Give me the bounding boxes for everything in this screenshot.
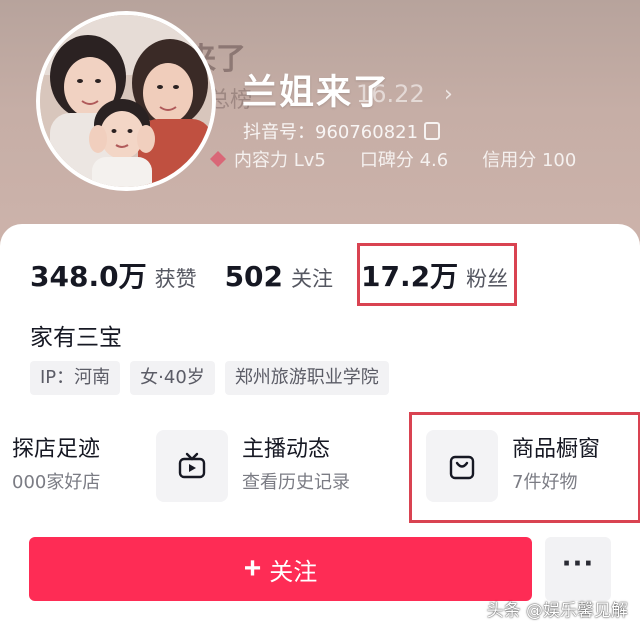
follow-button-label: 关注 (269, 558, 318, 586)
follow-button[interactable]: + 关注 (29, 537, 532, 601)
likes-stat[interactable]: 348.0万 获赞 (30, 255, 197, 295)
copy-icon[interactable] (424, 122, 441, 140)
likes-count: 348.0万 (30, 260, 147, 293)
following-stat[interactable]: 502 关注 (225, 260, 333, 293)
following-count: 502 (224, 260, 284, 293)
school-tag[interactable]: 郑州旅游职业学院 (224, 361, 389, 395)
live-history-subtitle: 查看历史记录 (242, 472, 350, 493)
plus-icon: + (243, 552, 262, 585)
showcase-highlight-box (409, 412, 640, 523)
avatar-photo (40, 15, 212, 187)
credit-score: 信用分 100 (482, 150, 577, 171)
more-options-button[interactable]: ··· (545, 537, 611, 601)
following-label: 关注 (291, 267, 334, 291)
source-watermark: 头条 @娱乐馨见解 (486, 601, 628, 621)
profile-nickname: 兰姐来了 (242, 73, 391, 113)
live-history-entry[interactable]: 主播动态 查看历史记录 (156, 430, 350, 502)
content-score: 内容力 Lv5 (234, 150, 326, 171)
more-dots-icon: ··· (561, 549, 595, 579)
fans-highlight-box (357, 243, 517, 306)
profile-page: 来了 总榜 16.22 › 兰姐来了 抖音号：960760821 内容力 Lv5… (0, 0, 640, 631)
diamond-icon (210, 151, 226, 167)
store-visits-subtitle: 000家好店 (12, 472, 101, 493)
tv-icon (156, 430, 228, 502)
likes-label: 获赞 (154, 267, 197, 291)
store-visits-title: 探店足迹 (12, 437, 101, 462)
profile-bio: 家有三宝 (30, 325, 122, 351)
douyin-id-text: 抖音号：960760821 (243, 122, 419, 143)
reputation-score: 口碑分 4.6 (359, 150, 449, 171)
chevron-right-icon: › (444, 82, 453, 107)
douyin-id-row[interactable]: 抖音号：960760821 (243, 118, 441, 144)
store-visits-entry[interactable]: 探店足迹 000家好店 (0, 430, 100, 502)
gender-age-tag: 女·40岁 (130, 361, 215, 395)
live-history-title: 主播动态 (242, 437, 331, 462)
profile-tags: IP：河南 女·40岁 郑州旅游职业学院 (30, 361, 389, 395)
ip-location-tag: IP：河南 (30, 361, 121, 395)
avatar[interactable] (36, 11, 216, 191)
creator-scores: 内容力 Lv5 口碑分 4.6 信用分 100 (208, 146, 610, 172)
